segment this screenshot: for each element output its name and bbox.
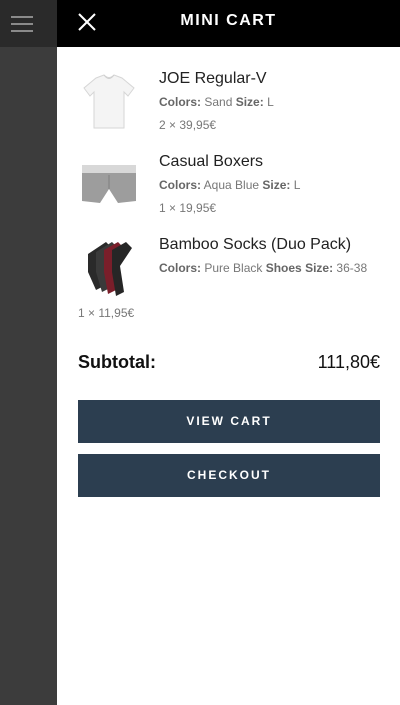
item-qty-price: 1 × 19,95€ <box>159 201 217 215</box>
grey-boxers-image[interactable] <box>78 153 140 215</box>
page-topbar <box>0 0 57 47</box>
item-attributes: Colors: Sand Size: L <box>159 95 274 109</box>
white-tshirt-image[interactable] <box>78 70 140 132</box>
menu-icon[interactable] <box>11 14 33 34</box>
cart-item: Casual Boxers Colors: Aqua Blue Size: L … <box>57 153 400 223</box>
mini-cart-panel: MINI CART JOE Regular-V Colors: Sand Siz… <box>57 0 400 705</box>
mini-cart-header: MINI CART <box>57 0 400 47</box>
cart-item: Bamboo Socks (Duo Pack) Colors: Pure Bla… <box>57 236 400 326</box>
cart-item: JOE Regular-V Colors: Sand Size: L 2 × 3… <box>57 70 400 140</box>
mini-cart-title: MINI CART <box>180 12 277 29</box>
item-attributes: Colors: Pure Black Shoes Size: 36-38 <box>159 261 368 275</box>
subtotal-value: 111,80€ <box>317 352 380 372</box>
view-cart-button[interactable]: VIEW CART <box>78 400 380 443</box>
subtotal-label: Subtotal: <box>78 352 156 372</box>
item-qty-price: 2 × 39,95€ <box>159 118 217 132</box>
item-name[interactable]: JOE Regular-V <box>159 70 267 88</box>
checkout-button[interactable]: CHECKOUT <box>78 454 380 497</box>
socks-image[interactable] <box>78 236 140 298</box>
item-name[interactable]: Casual Boxers <box>159 153 263 171</box>
item-name[interactable]: Bamboo Socks (Duo Pack) <box>159 236 351 254</box>
page-overlay[interactable] <box>0 0 57 705</box>
item-qty-price: 1 × 11,95€ <box>78 306 135 320</box>
item-attributes: Colors: Aqua Blue Size: L <box>159 178 301 192</box>
